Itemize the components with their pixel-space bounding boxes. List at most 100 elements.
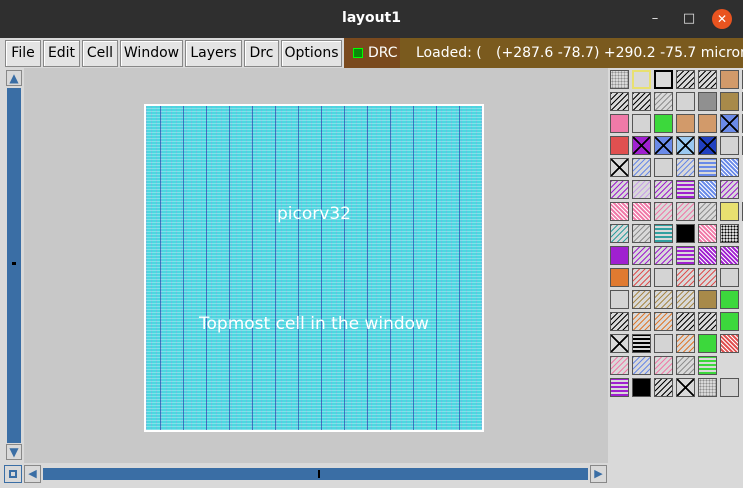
vertical-scroll-track[interactable] (7, 88, 21, 443)
horizontal-scrollbar[interactable]: ◀ ▶ (24, 465, 608, 483)
menu-cell[interactable]: Cell (82, 40, 118, 67)
layer-swatch-hatch-orange[interactable] (632, 312, 651, 331)
layer-swatch-hatch-pink[interactable] (654, 356, 673, 375)
scroll-right-icon[interactable]: ▶ (590, 465, 607, 483)
layer-swatch-solid-tan[interactable] (676, 114, 695, 133)
layer-swatch-pattern-purple[interactable] (720, 246, 739, 265)
layer-swatch-solid-lightgray[interactable] (720, 136, 739, 155)
layer-swatch-hatch-orange[interactable] (654, 312, 673, 331)
layer-swatch-pattern-pink[interactable] (632, 202, 651, 221)
layer-swatch-hatch-red[interactable] (632, 268, 651, 287)
layer-swatch-hatch-gray[interactable] (698, 202, 717, 221)
layer-swatch-pattern-pink[interactable] (610, 202, 629, 221)
layer-swatch-solid-pink[interactable] (610, 114, 629, 133)
layer-swatch-hatch-blue[interactable] (676, 158, 695, 177)
vertical-scrollbar[interactable]: ▲ ▼ (4, 68, 24, 463)
layer-swatch-solid-tan[interactable] (720, 70, 739, 89)
minimize-icon[interactable]: – (645, 9, 665, 29)
layer-swatch-hatch-purple[interactable] (654, 180, 673, 199)
layer-swatch-x-blue[interactable] (654, 136, 673, 155)
layer-swatch-stripe-black[interactable] (632, 334, 651, 353)
menu-edit[interactable]: Edit (43, 40, 80, 67)
layer-swatch-hatch-black[interactable] (698, 70, 717, 89)
layer-swatch-hatch-purple[interactable] (720, 180, 739, 199)
layer-swatch-hatch-black[interactable] (654, 378, 673, 397)
layer-swatch-hatch-gray[interactable] (632, 224, 651, 243)
layer-swatch-x-black[interactable] (610, 334, 629, 353)
layer-swatch-pattern-purple[interactable] (698, 246, 717, 265)
layer-swatch-pattern-blue[interactable] (698, 180, 717, 199)
layer-swatch-hatch-teal[interactable] (610, 224, 629, 243)
layer-swatch-solid-lightgray[interactable] (632, 114, 651, 133)
layer-swatch-solid-lightgray[interactable] (676, 92, 695, 111)
layer-swatch-x-blue[interactable] (720, 114, 739, 133)
menu-file[interactable]: File (5, 40, 41, 67)
layer-swatch-solid-black[interactable] (632, 378, 651, 397)
layer-swatch-stripe-blue[interactable] (698, 158, 717, 177)
layer-swatch-hatch-black[interactable] (676, 312, 695, 331)
layer-swatch-hatch-olive[interactable] (654, 290, 673, 309)
layer-swatch-hatch-black[interactable] (698, 312, 717, 331)
layer-swatch-outline-black[interactable] (654, 70, 673, 89)
layer-swatch-x-black[interactable] (676, 378, 695, 397)
layer-swatch-solid-lightgray[interactable] (720, 268, 739, 287)
layer-swatch-pattern-pink[interactable] (698, 224, 717, 243)
layer-swatch-solid-tan[interactable] (698, 114, 717, 133)
layer-swatch-hatch-pink[interactable] (676, 202, 695, 221)
menu-layers[interactable]: Layers (185, 40, 242, 67)
maximize-icon[interactable]: □ (679, 9, 699, 29)
title-bar[interactable]: layout1 – □ ✕ (0, 0, 743, 38)
scroll-up-icon[interactable]: ▲ (6, 70, 22, 86)
layer-swatch-hatch-pink[interactable] (654, 202, 673, 221)
layer-swatch-pattern-blue[interactable] (720, 158, 739, 177)
layer-swatch-hatch-purple[interactable] (610, 180, 629, 199)
layer-swatch-hatch-gray[interactable] (676, 356, 695, 375)
layer-swatch-hatch-purple[interactable] (632, 246, 651, 265)
layer-swatch-x-darkblue[interactable] (698, 136, 717, 155)
layer-swatch-hatch-lavender[interactable] (632, 180, 651, 199)
cell-instance-picorv32[interactable]: picorv32 Topmost cell in the window (144, 104, 484, 432)
layer-swatch-hatch-olive[interactable] (632, 290, 651, 309)
drc-status-button[interactable]: DRC (344, 38, 400, 68)
horizontal-scroll-thumb[interactable] (318, 470, 320, 478)
layer-swatch-x-purple[interactable] (632, 136, 651, 155)
layer-swatch-stripe-purple[interactable] (610, 378, 629, 397)
menu-drc[interactable]: Drc (244, 40, 279, 67)
layer-swatch-solid-lightgray[interactable] (720, 378, 739, 397)
layer-swatch-solid-red[interactable] (610, 136, 629, 155)
scroll-down-icon[interactable]: ▼ (6, 444, 22, 460)
vertical-scroll-thumb[interactable] (12, 262, 16, 265)
layer-swatch-hatch-black[interactable] (610, 92, 629, 111)
layer-swatch-solid-yellow[interactable] (720, 202, 739, 221)
layer-swatch-solid-green[interactable] (654, 114, 673, 133)
layer-swatch-solid-green[interactable] (720, 290, 739, 309)
layer-swatch-hatch-black[interactable] (632, 92, 651, 111)
layer-swatch-hatch-purple[interactable] (654, 246, 673, 265)
layer-swatch-stripe-teal[interactable] (654, 224, 673, 243)
layer-swatch-solid-gray[interactable] (698, 92, 717, 111)
layer-swatch-solid-black[interactable] (676, 224, 695, 243)
horizontal-scroll-track[interactable] (43, 468, 588, 480)
menu-options[interactable]: Options (281, 40, 342, 67)
layer-swatch-hatch-orange[interactable] (676, 334, 695, 353)
zoom-box-icon[interactable] (4, 465, 22, 483)
layer-swatch-x-black[interactable] (610, 158, 629, 177)
layer-swatch-stripe-purple[interactable] (676, 246, 695, 265)
layer-swatch-hatch-red[interactable] (676, 268, 695, 287)
layer-swatch-solid-purple[interactable] (610, 246, 629, 265)
layer-swatch-hatch-black[interactable] (676, 70, 695, 89)
layer-swatch-solid-lightgray[interactable] (610, 290, 629, 309)
layer-swatch-hatch-blue[interactable] (632, 356, 651, 375)
layer-swatch-hatch-red[interactable] (698, 268, 717, 287)
menu-window[interactable]: Window (120, 40, 183, 67)
layer-swatch-solid-green[interactable] (720, 312, 739, 331)
layer-swatch-outline-yellow[interactable] (632, 70, 651, 89)
layer-swatch-hatch-olive[interactable] (676, 290, 695, 309)
layer-swatch-solid-olive[interactable] (720, 92, 739, 111)
layer-swatch-hatch-pink[interactable] (610, 356, 629, 375)
layer-swatch-solid-lightgray[interactable] (654, 268, 673, 287)
scroll-left-icon[interactable]: ◀ (24, 465, 41, 483)
layer-swatch-pattern-red[interactable] (720, 334, 739, 353)
close-icon[interactable]: ✕ (712, 9, 732, 29)
layer-swatch-solid-olive[interactable] (698, 290, 717, 309)
